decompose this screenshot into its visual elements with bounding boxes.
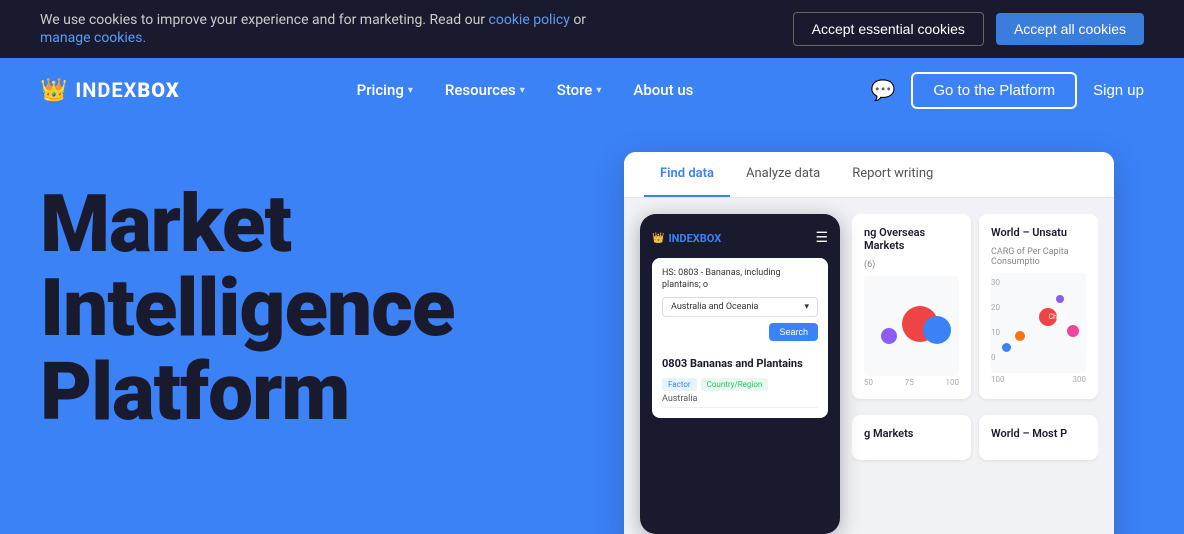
charts-top-row: ng Overseas Markets (6) 50 75 100: [852, 214, 1098, 407]
manage-cookies-link[interactable]: manage cookies.: [40, 30, 793, 46]
phone-tag-country: Country/Region: [701, 378, 769, 391]
nav-right: 💬 Go to the Platform Sign up: [870, 72, 1144, 109]
platform-tabs: Find data Analyze data Report writing: [624, 152, 1114, 198]
chart-title-markets: g Markets: [864, 427, 959, 440]
platform-content: 👑 INDEXBOX ☰ HS: 0803 - Bananas, includi…: [624, 198, 1114, 534]
cookie-banner: We use cookies to improve your experienc…: [0, 0, 1184, 58]
charts-area: ng Overseas Markets (6) 50 75 100: [852, 214, 1098, 534]
cookie-policy-link[interactable]: cookie policy: [489, 12, 570, 28]
nav-links: Pricing ▾ Resources ▾ Store ▾ About us: [357, 81, 694, 99]
hero-title-line2: Intelligence: [40, 261, 454, 355]
tab-report-writing[interactable]: Report writing: [836, 152, 949, 197]
x-label-300: 300: [1073, 375, 1087, 384]
nav-link-resources[interactable]: Resources ▾: [445, 81, 525, 99]
nav-link-pricing[interactable]: Pricing ▾: [357, 81, 413, 99]
chart-title-most-p: World – Most P: [991, 427, 1086, 440]
chart-title-overseas: ng Overseas Markets: [864, 226, 959, 252]
chevron-down-icon: ▾: [520, 85, 525, 96]
charts-bottom-row: g Markets World – Most P: [852, 415, 1098, 468]
y-label-30: 30: [991, 278, 1000, 287]
chart-title-world: World – Unsatu: [991, 226, 1086, 239]
chart-bottom-left: g Markets: [852, 415, 971, 460]
navbar: 👑 INDEXBOX Pricing ▾ Resources ▾ Store ▾: [0, 58, 1184, 122]
chart-x-labels: 50 75 100: [864, 378, 959, 387]
accept-essential-button[interactable]: Accept essential cookies: [793, 12, 984, 46]
platform-preview: Find data Analyze data Report writing 👑 …: [624, 152, 1184, 534]
china-label: China: [1049, 313, 1067, 321]
phone-row-australia: Australia: [662, 391, 818, 408]
china-dot: China: [1039, 308, 1057, 326]
hero-text: Market Intelligence Platform: [40, 182, 454, 434]
phone-logo: 👑 INDEXBOX: [652, 232, 721, 245]
logo-text: INDEXBOX: [75, 78, 179, 102]
nav-item-pricing[interactable]: Pricing ▾: [357, 81, 413, 99]
phone-product-title: 0803 Bananas and Plantains: [662, 357, 818, 370]
phone-tag-factor: Factor: [662, 378, 697, 391]
y-label-10: 10: [991, 328, 1000, 337]
bubble-chart: [864, 276, 959, 376]
cookie-text-before: We use cookies to improve your experienc…: [40, 12, 489, 28]
logo-box: BOX: [137, 78, 179, 102]
logo-crown-icon: 👑: [40, 78, 67, 103]
dot-pink: [1067, 325, 1079, 337]
phone-body: HS: 0803 - Bananas, including plantains;…: [652, 258, 828, 418]
x-label-50: 50: [864, 378, 873, 387]
chevron-down-icon: ▾: [408, 85, 413, 96]
phone-search-button[interactable]: Search: [769, 323, 818, 341]
hero-title: Market Intelligence Platform: [40, 182, 454, 434]
y-label-20: 20: [991, 303, 1000, 312]
chart-overseas-markets: ng Overseas Markets (6) 50 75 100: [852, 214, 971, 399]
phone-tags: Factor Country/Region: [662, 378, 818, 391]
bubble-purple: [881, 328, 897, 344]
phone-hs-label: HS: 0803 - Bananas, including plantains;…: [662, 268, 818, 291]
nav-item-resources[interactable]: Resources ▾: [445, 81, 525, 99]
phone-region-text: Australia and Oceania: [671, 302, 758, 312]
cookie-message: We use cookies to improve your experienc…: [40, 12, 586, 28]
chevron-down-icon: ▾: [804, 302, 809, 312]
phone-logo-text: INDEXBOX: [668, 232, 721, 245]
pricing-label: Pricing: [357, 81, 404, 99]
phone-region-select[interactable]: Australia and Oceania ▾: [662, 297, 818, 317]
logo-index: INDEX: [75, 78, 137, 102]
cookie-text: We use cookies to improve your experienc…: [40, 12, 793, 46]
go-to-platform-button[interactable]: Go to the Platform: [911, 72, 1077, 109]
logo[interactable]: 👑 INDEXBOX: [40, 78, 180, 103]
hero-title-line3: Platform: [40, 345, 349, 439]
chart-subtitle-overseas: (6): [864, 260, 959, 270]
hero-title-line1: Market: [40, 177, 291, 271]
about-label: About us: [633, 81, 693, 99]
accept-all-button[interactable]: Accept all cookies: [996, 13, 1144, 45]
store-label: Store: [557, 81, 593, 99]
dot-purple: [1056, 295, 1064, 303]
platform-card: Find data Analyze data Report writing 👑 …: [624, 152, 1114, 534]
chart-world-unsatu: World – Unsatu CARG of Per Capita Consum…: [979, 214, 1098, 399]
dot-orange: [1015, 331, 1025, 341]
cookie-buttons: Accept essential cookies Accept all cook…: [793, 12, 1144, 46]
tab-find-data[interactable]: Find data: [644, 152, 730, 197]
resources-label: Resources: [445, 81, 516, 99]
chart-subtitle-world: CARG of Per Capita Consumptio: [991, 247, 1086, 267]
x-label-75: 75: [905, 378, 914, 387]
nav-link-store[interactable]: Store ▾: [557, 81, 602, 99]
phone-mockup: 👑 INDEXBOX ☰ HS: 0803 - Bananas, includi…: [640, 214, 840, 534]
nav-item-store[interactable]: Store ▾: [557, 81, 602, 99]
chat-icon[interactable]: 💬: [870, 78, 895, 102]
tab-analyze-data[interactable]: Analyze data: [730, 152, 836, 197]
cookie-text-after: or: [573, 12, 586, 28]
x-label-100: 100: [946, 378, 960, 387]
x-label-100: 100: [991, 375, 1005, 384]
chart-bottom-right: World – Most P: [979, 415, 1098, 460]
scatter-x-labels: 100 300: [991, 375, 1086, 384]
phone-header: 👑 INDEXBOX ☰: [652, 230, 828, 246]
chevron-down-icon: ▾: [596, 85, 601, 96]
bubble-blue: [923, 316, 951, 344]
hero-section: Market Intelligence Platform Find data A…: [0, 122, 1184, 534]
nav-item-about[interactable]: About us: [633, 81, 693, 99]
scatter-chart: 30 20 10 0 China: [991, 273, 1086, 373]
dot-blue: [1002, 343, 1011, 352]
hamburger-icon: ☰: [815, 230, 828, 246]
nav-link-about[interactable]: About us: [633, 81, 693, 99]
sign-up-button[interactable]: Sign up: [1093, 82, 1144, 99]
y-label-0: 0: [991, 353, 996, 362]
